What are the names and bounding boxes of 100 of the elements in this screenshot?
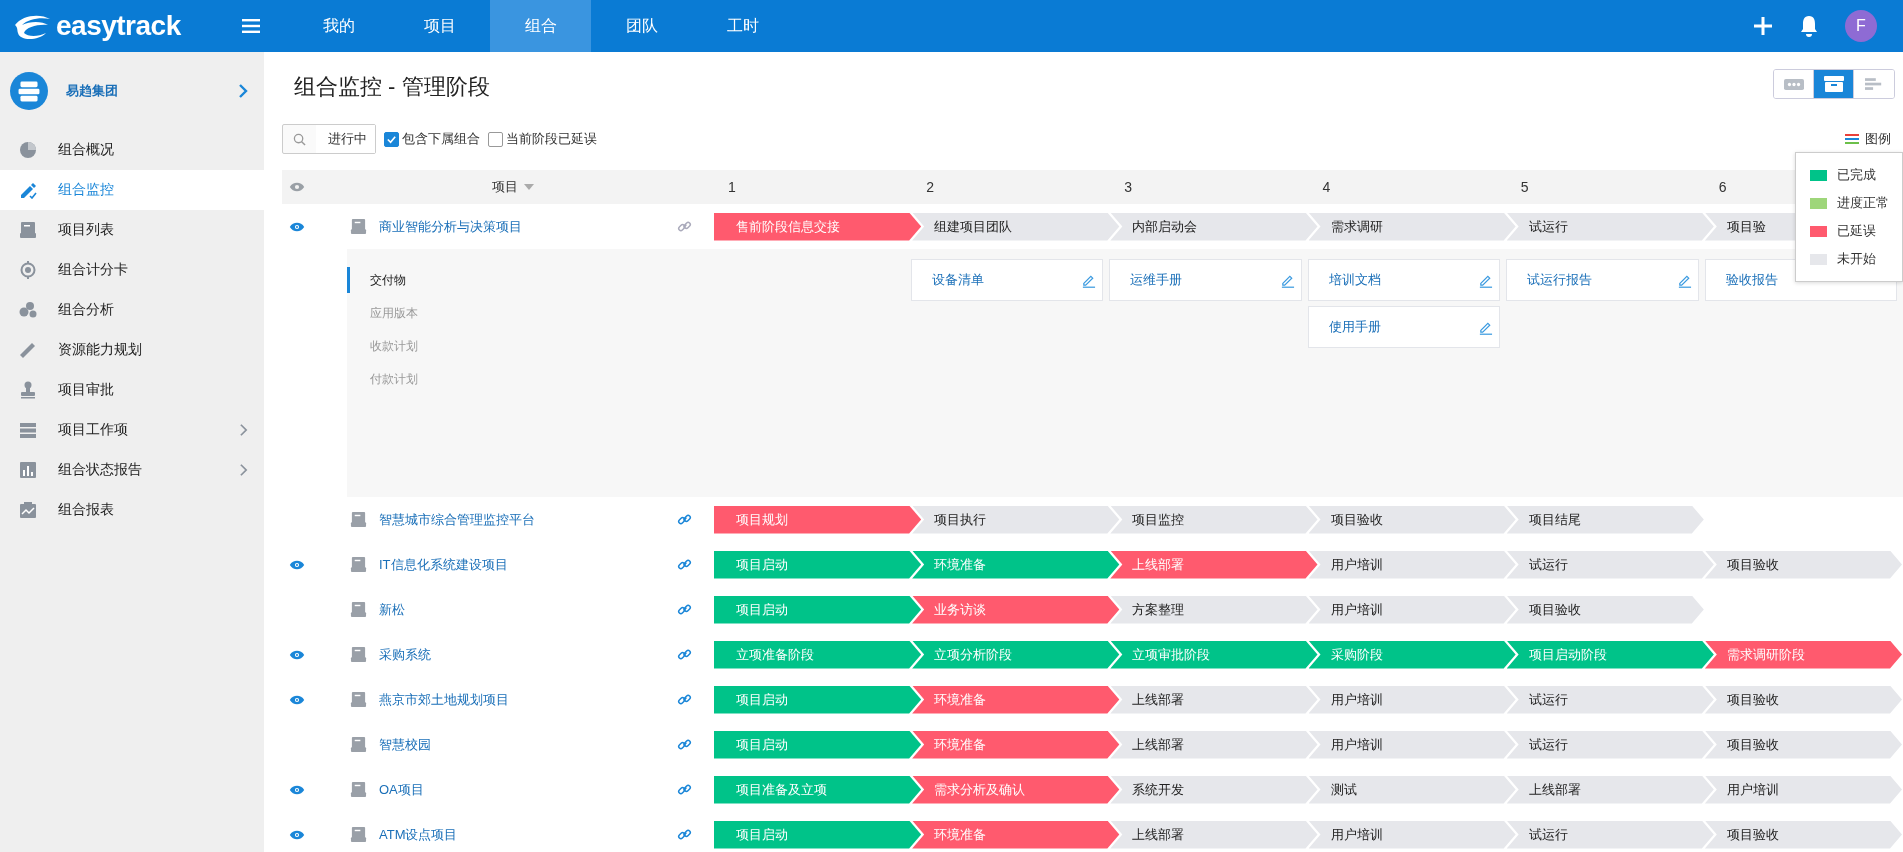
stage-chevron[interactable]: 项目验收 (1704, 730, 1903, 759)
stage-chevron[interactable]: 项目结尾 (1506, 505, 1705, 534)
bell-icon[interactable] (1799, 15, 1819, 37)
stage-chevron[interactable]: 需求调研 (1308, 212, 1517, 241)
nav-tab[interactable]: 团队 (591, 0, 692, 52)
deliverable-link[interactable]: 运维手册 (1130, 271, 1280, 289)
card-view-button[interactable] (1814, 70, 1854, 98)
deliverable-link[interactable]: 使用手册 (1328, 318, 1478, 336)
stage-chevron[interactable]: 需求调研阶段 (1704, 640, 1903, 669)
nav-tab[interactable]: 工时 (692, 0, 793, 52)
link-icon[interactable] (677, 512, 692, 527)
stage-chevron[interactable]: 上线部署 (1110, 820, 1319, 849)
stage-chevron[interactable]: 项目验收 (1704, 685, 1903, 714)
sidebar-item[interactable]: 组合状态报告 (0, 450, 264, 490)
stage-chevron[interactable]: 项目验收 (1308, 505, 1517, 534)
detail-tab[interactable]: 交付物 (347, 267, 712, 293)
sidebar-item[interactable]: 项目列表 (0, 210, 264, 250)
inbox-icon (350, 646, 367, 663)
stage-chevron[interactable]: 用户培训 (1308, 685, 1517, 714)
stage-chevron[interactable]: 用户培训 (1308, 730, 1517, 759)
stage-chevron[interactable]: 内部启动会 (1110, 212, 1319, 241)
link-icon[interactable] (677, 737, 692, 752)
eye-icon[interactable] (289, 649, 305, 660)
stage-chevron[interactable]: 测试 (1308, 775, 1517, 804)
stage-chevron[interactable]: 项目规划 (714, 505, 923, 534)
stage-chevron[interactable]: 项目验收 (1704, 550, 1903, 579)
sidebar-item[interactable]: 组合概况 (0, 130, 264, 170)
checkbox[interactable]: 包含下属组合 (384, 130, 480, 148)
menu-icon[interactable] (242, 19, 260, 33)
user-avatar[interactable]: F (1845, 10, 1877, 42)
stage-chevron[interactable]: 项目验收 (1704, 820, 1903, 849)
stage-chevron[interactable]: 业务访谈 (912, 595, 1121, 624)
stage-chevron[interactable]: 用户培训 (1308, 550, 1517, 579)
sort-caret-icon[interactable] (524, 184, 534, 190)
eye-icon[interactable] (289, 694, 305, 705)
deliverable-link[interactable]: 培训文档 (1328, 271, 1478, 289)
stage-chevron[interactable]: 试运行 (1506, 550, 1715, 579)
link-icon[interactable] (677, 827, 692, 842)
sidebar-item[interactable]: 项目审批 (0, 370, 264, 410)
stage-chevron[interactable]: 项目验收 (1506, 595, 1705, 624)
inbox-icon (350, 511, 367, 528)
stage-chevron[interactable]: 环境准备 (912, 820, 1121, 849)
nav-tab[interactable]: 组合 (490, 0, 591, 52)
add-icon[interactable] (1753, 16, 1773, 36)
stage-chevron[interactable]: 环境准备 (912, 685, 1121, 714)
link-icon[interactable] (677, 647, 692, 662)
stage-chevron[interactable]: 项目监控 (1110, 505, 1319, 534)
project-link[interactable]: 燕京市郊土地规划项目 (379, 690, 677, 709)
nav-tab[interactable]: 我的 (288, 0, 389, 52)
stage-chevron[interactable]: 上线部署 (1110, 550, 1319, 579)
eye-icon[interactable] (289, 221, 305, 232)
eye-icon[interactable] (289, 182, 305, 192)
stage-chevron[interactable]: 方案整理 (1110, 595, 1319, 624)
stage-chevron[interactable]: 上线部署 (1110, 730, 1319, 759)
project-link[interactable]: 新松 (379, 600, 677, 619)
project-link[interactable]: 智慧校园 (379, 735, 677, 754)
sidebar-item[interactable]: 组合监控 (0, 170, 264, 210)
project-link[interactable]: 智慧城市综合管理监控平台 (379, 510, 677, 529)
link-icon[interactable] (677, 557, 692, 572)
link-icon[interactable] (677, 782, 692, 797)
sidebar-item[interactable]: 组合计分卡 (0, 250, 264, 290)
stage-chevron[interactable]: 试运行 (1506, 730, 1715, 759)
stage-chevron[interactable]: 上线部署 (1110, 685, 1319, 714)
stage-chevron[interactable]: 上线部署 (1506, 775, 1715, 804)
stage-chevron[interactable]: 需求分析及确认 (912, 775, 1121, 804)
organization-name[interactable]: 易趋集团 (66, 82, 220, 100)
chevron-right-icon[interactable] (238, 83, 248, 99)
stage-chevron[interactable]: 项目执行 (912, 505, 1121, 534)
checkbox[interactable]: 当前阶段已延误 (488, 130, 597, 148)
deliverable-link[interactable]: 试运行报告 (1527, 271, 1677, 289)
eye-icon[interactable] (289, 829, 305, 840)
sidebar-item[interactable]: 组合报表 (0, 490, 264, 530)
stage-chevron[interactable]: 环境准备 (912, 730, 1121, 759)
stage-chevron[interactable]: 用户培训 (1308, 595, 1517, 624)
status-filter[interactable]: 进行中 (282, 124, 376, 154)
column-header[interactable]: 项目 (492, 178, 518, 196)
project-link[interactable]: 商业智能分析与决策项目 (379, 217, 677, 236)
sidebar-item[interactable]: 项目工作项 (0, 410, 264, 450)
link-icon[interactable] (677, 692, 692, 707)
stage-chevron[interactable]: 试运行 (1506, 820, 1715, 849)
project-link[interactable]: IT信息化系统建设项目 (379, 555, 677, 574)
deliverable-link[interactable]: 设备清单 (931, 271, 1081, 289)
sidebar-item[interactable]: 资源能力规划 (0, 330, 264, 370)
stage-chevron[interactable]: 系统开发 (1110, 775, 1319, 804)
nav-tab[interactable]: 项目 (389, 0, 490, 52)
project-link[interactable]: 采购系统 (379, 645, 677, 664)
legend-toggle[interactable]: 图例 (1845, 130, 1891, 148)
stage-chevron[interactable]: 试运行 (1506, 212, 1715, 241)
link-icon[interactable] (677, 219, 692, 234)
project-link[interactable]: ATM设点项目 (379, 825, 677, 844)
stage-chevron[interactable]: 售前阶段信息交接 (714, 212, 923, 241)
stage-chevron[interactable]: 用户培训 (1704, 775, 1903, 804)
project-link[interactable]: OA项目 (379, 780, 677, 799)
eye-icon[interactable] (289, 784, 305, 795)
stage-chevron[interactable]: 用户培训 (1308, 820, 1517, 849)
stage-chevron[interactable]: 试运行 (1506, 685, 1715, 714)
link-icon[interactable] (677, 602, 692, 617)
sidebar-item[interactable]: 组合分析 (0, 290, 264, 330)
eye-icon[interactable] (289, 559, 305, 570)
stage-chevron[interactable]: 组建项目团队 (912, 212, 1121, 241)
